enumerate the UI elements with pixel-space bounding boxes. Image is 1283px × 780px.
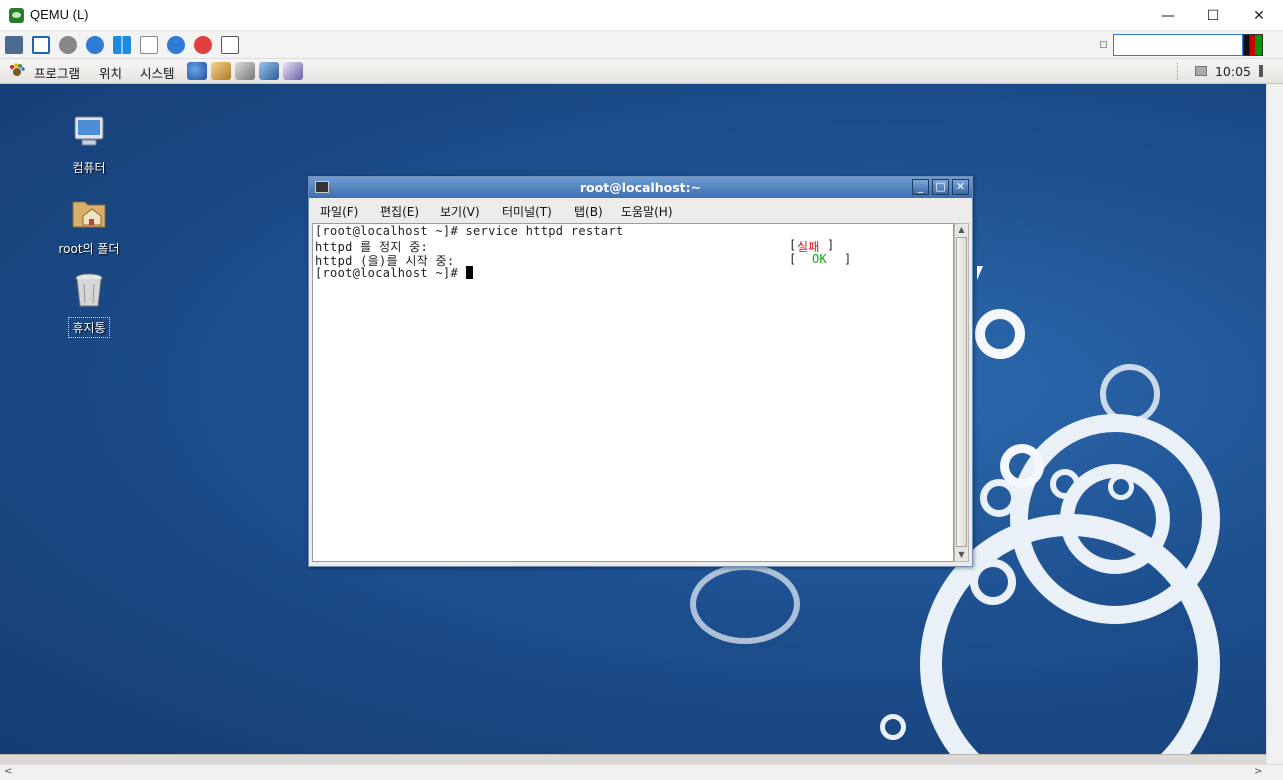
terminal-close-button[interactable]: ✕	[952, 179, 969, 195]
computer-icon	[74, 116, 104, 146]
refresh-icon[interactable]	[86, 36, 104, 54]
terminal-menubar: 파일(F) 편집(E) 보기(V) 터미널(T) 탭(B) 도움말(H)	[309, 198, 972, 222]
wallpaper-flower	[1000, 444, 1044, 488]
desktop: 컴퓨터 root의 폴더 휴지통 root@localhost:~ _ □ ✕ …	[0, 84, 1266, 754]
terminal-output[interactable]: [root@localhost ~]# service httpd restar…	[312, 223, 954, 562]
guest-bottom-panel	[0, 754, 1266, 764]
presentation-launcher-icon[interactable]	[259, 62, 279, 80]
minimize-button[interactable]: —	[1145, 0, 1191, 31]
document-icon[interactable]	[140, 36, 158, 54]
office-writer-launcher-icon[interactable]	[235, 62, 255, 80]
terminal-scrollbar[interactable]: ▲ ▼	[954, 223, 969, 562]
desktop-icon-home-folder[interactable]: root의 폴더	[49, 192, 129, 258]
terminal-prompt: [root@localhost ~]#	[315, 266, 466, 280]
menu-places[interactable]: 위치	[99, 63, 122, 82]
panel-clock[interactable]: 10:05	[1215, 64, 1251, 79]
menu-applications[interactable]: 프로그램	[34, 63, 80, 82]
desktop-icon-label: 휴지통	[68, 317, 110, 338]
qemu-toolbar	[0, 31, 1283, 59]
menu-terminal[interactable]: 터미널(T)	[502, 203, 552, 220]
viewer-vertical-scrollbar[interactable]	[1266, 84, 1283, 764]
scroll-thumb[interactable]	[956, 237, 967, 547]
close-button[interactable]: ✕	[1236, 0, 1282, 31]
stop-icon[interactable]	[194, 36, 212, 54]
menu-edit[interactable]: 편집(E)	[380, 203, 419, 220]
terminal-window[interactable]: root@localhost:~ _ □ ✕ 파일(F) 편집(E) 보기(V)…	[308, 176, 973, 567]
email-launcher-icon[interactable]	[211, 62, 231, 80]
trash-icon	[75, 273, 103, 307]
scroll-down-arrow[interactable]: ▼	[956, 549, 967, 561]
wallpaper-ring	[880, 714, 906, 740]
menu-system[interactable]: 시스템	[140, 63, 175, 82]
search-input[interactable]	[1113, 34, 1243, 56]
fullscreen-icon[interactable]	[32, 36, 50, 54]
info-icon[interactable]	[167, 36, 185, 54]
menu-file[interactable]: 파일(F)	[320, 203, 358, 220]
spreadsheet-launcher-icon[interactable]	[283, 62, 303, 80]
settings-cubes-icon[interactable]	[5, 36, 23, 54]
menu-view[interactable]: 보기(V)	[440, 203, 480, 220]
wallpaper-ring	[1050, 469, 1080, 499]
keyboard-layout-icon[interactable]	[1243, 34, 1263, 56]
terminal-cursor	[465, 266, 473, 279]
home-folder-icon	[72, 201, 106, 228]
status-ok: OK	[812, 252, 828, 266]
terminal-minimize-button[interactable]: _	[912, 179, 929, 195]
menu-tabs[interactable]: 탭(B)	[574, 203, 603, 220]
maximize-button[interactable]: ☐	[1190, 0, 1236, 31]
scroll-right-arrow[interactable]: >	[1254, 766, 1262, 777]
terminal-line: [root@localhost ~]# service httpd restar…	[315, 224, 624, 238]
scroll-up-arrow[interactable]: ▲	[956, 224, 967, 236]
wallpaper-ring	[970, 559, 1016, 605]
wallpaper-swirl	[690, 564, 800, 644]
wallpaper-flower	[975, 309, 1025, 359]
status-bracket: [	[789, 238, 797, 252]
desktop-icon-trash[interactable]: 휴지통	[49, 270, 129, 338]
network-status-icon[interactable]	[1195, 66, 1207, 76]
terminal-titlebar[interactable]: root@localhost:~ _ □ ✕	[309, 177, 972, 198]
volume-icon[interactable]	[1259, 65, 1269, 77]
wallpaper-swirl	[1100, 364, 1160, 424]
gear-icon[interactable]	[59, 36, 77, 54]
terminal-title: root@localhost:~	[579, 180, 702, 195]
terminal-maximize-button[interactable]: □	[932, 179, 949, 195]
status-bracket: ]	[844, 252, 852, 266]
screenshot-icon[interactable]	[221, 36, 239, 54]
desktop-icon-computer[interactable]: 컴퓨터	[49, 111, 129, 177]
mouse-pointer	[977, 266, 989, 280]
wallpaper-ring	[1108, 474, 1134, 500]
status-bracket: [	[789, 252, 797, 266]
window-title: QEMU (L)	[30, 7, 89, 22]
desktop-icon-label: root의 폴더	[58, 242, 120, 256]
qemu-app-icon	[9, 8, 24, 23]
web-browser-launcher-icon[interactable]	[187, 62, 207, 80]
panel-separator	[1177, 63, 1179, 80]
menu-help[interactable]: 도움말(H)	[621, 203, 673, 220]
viewer-horizontal-scrollbar[interactable]: < >	[0, 764, 1283, 780]
host-titlebar: QEMU (L) — ☐ ✕	[0, 0, 1283, 31]
gnome-top-panel: 프로그램 위치 시스템 10:05	[0, 59, 1283, 84]
desktop-icon-label: 컴퓨터	[72, 161, 106, 175]
gnome-foot-icon	[10, 63, 25, 76]
status-bracket: ]	[827, 238, 835, 252]
terminal-prompt-line: [root@localhost ~]#	[315, 266, 473, 280]
scroll-left-arrow[interactable]: <	[4, 766, 12, 777]
toolbar-dot	[1100, 41, 1107, 48]
windows-icon[interactable]	[113, 36, 131, 54]
